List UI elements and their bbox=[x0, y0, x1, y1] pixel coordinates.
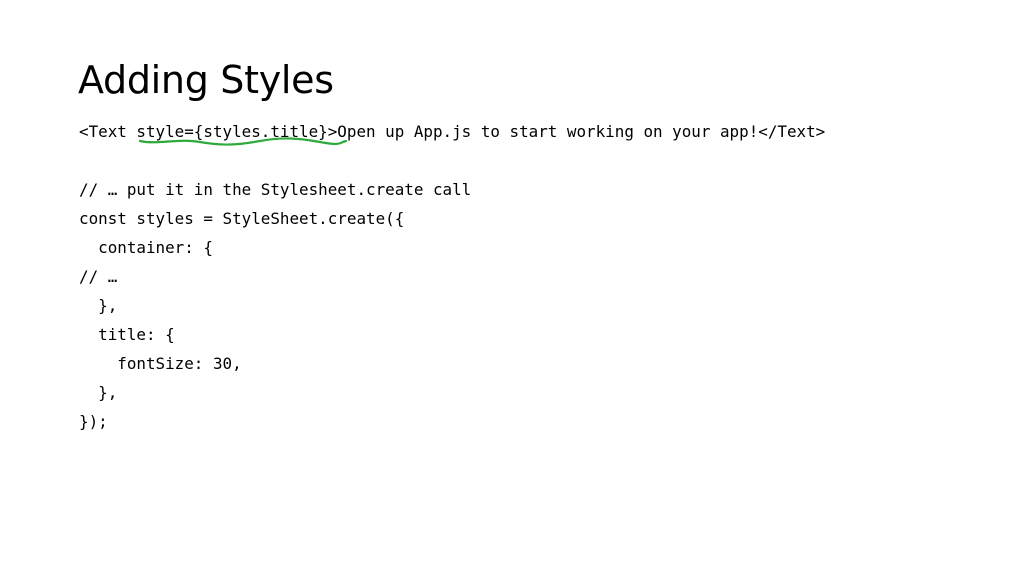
code-line-10: }, bbox=[79, 383, 118, 402]
code-block: <Text style={styles.title}>Open up App.j… bbox=[79, 117, 825, 436]
highlight-squiggle bbox=[138, 137, 348, 146]
code-line-6: // … bbox=[79, 267, 118, 286]
code-line-9: fontSize: 30, bbox=[79, 354, 242, 373]
slide-title: Adding Styles bbox=[78, 58, 334, 102]
code-line-8: title: { bbox=[79, 325, 175, 344]
code-line-7: }, bbox=[79, 296, 118, 315]
code-line-4: const styles = StyleSheet.create({ bbox=[79, 209, 405, 228]
slide: Adding Styles <Text style={styles.title}… bbox=[0, 0, 1024, 576]
code-line-11: }); bbox=[79, 412, 108, 431]
code-line-3: // … put it in the Stylesheet.create cal… bbox=[79, 180, 472, 199]
code-line-5: container: { bbox=[79, 238, 213, 257]
